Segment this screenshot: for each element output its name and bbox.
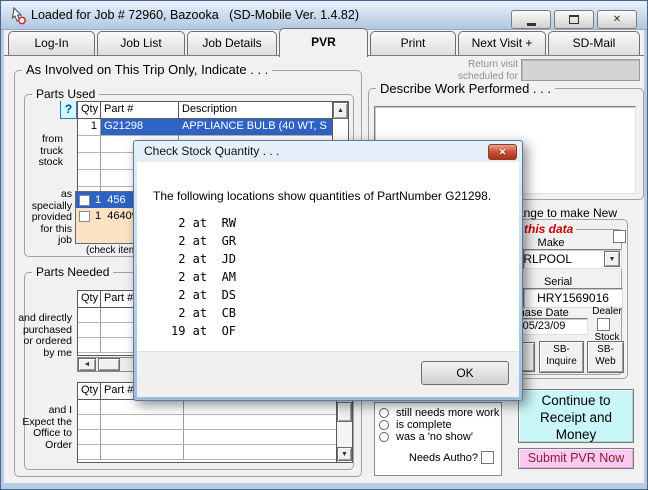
provided-label: as specially provided for this job: [14, 189, 72, 247]
tab-pvr[interactable]: PVR: [279, 28, 368, 57]
col-part: Part #: [101, 102, 179, 119]
serial-input[interactable]: HRY1569016: [523, 288, 623, 308]
parts-used-title: Parts Used: [32, 87, 99, 101]
from-truck-stock-label: from truck stock: [18, 134, 63, 169]
dialog-title: Check Stock Quantity . . .: [144, 144, 279, 158]
cell-qty: 1: [78, 119, 101, 136]
radio-is-complete-label: is complete: [396, 419, 452, 431]
tab-job-list[interactable]: Job List: [97, 31, 185, 56]
return-visit-label: Return visit scheduled for: [430, 59, 518, 82]
dropdown-arrow-icon[interactable]: ▼: [604, 251, 620, 267]
continue-button[interactable]: Continue to Receipt and Money: [518, 389, 634, 443]
vscroll-thumb[interactable]: [337, 402, 352, 422]
stock-line: 2 at RW: [171, 214, 236, 232]
app-icon: [10, 7, 27, 25]
scroll-down-button[interactable]: ▼: [337, 447, 352, 461]
dealer-stock-checkbox[interactable]: [597, 318, 610, 331]
sb-web-button[interactable]: SB- Web: [587, 341, 624, 373]
scroll-up-button[interactable]: ▲: [333, 102, 348, 119]
radio-needs-more-work-label: still needs more work: [396, 407, 499, 419]
dialog-close-button[interactable]: ✕: [488, 144, 517, 160]
stock-line: 2 at GR: [171, 232, 236, 250]
table-row[interactable]: [78, 445, 352, 460]
scroll-down-icon: ▼: [341, 451, 348, 458]
this-data-title: this data: [521, 222, 576, 236]
minimize-icon: [527, 23, 536, 26]
sb-inquire-button[interactable]: SB- Inquire: [539, 341, 584, 373]
col-qty: Qty: [78, 291, 101, 308]
purchased-label: and directly purchased or ordered by me: [14, 313, 72, 359]
make-dropdown[interactable]: WHIRLPOOL ▼: [523, 249, 622, 269]
tab-next-visit[interactable]: Next Visit +: [458, 31, 546, 56]
office-order-scrollbar[interactable]: ▼: [336, 400, 352, 462]
needs-autho-checkbox[interactable]: [481, 451, 494, 464]
cell-part: G21298: [101, 119, 179, 136]
close-icon: ✕: [499, 147, 507, 157]
describe-title: Describe Work Performed . . .: [376, 81, 555, 96]
window-title: Loaded for Job # 72960, Bazooka (SD-Mobi…: [31, 8, 359, 22]
stock-line: 2 at CB: [171, 304, 236, 322]
stock-line: 19 at OF: [171, 322, 236, 340]
dialog-footer: OK: [137, 351, 519, 397]
table-row[interactable]: [78, 400, 352, 415]
stock-line: 2 at JD: [171, 250, 236, 268]
radio-needs-more-work[interactable]: [379, 408, 389, 418]
minimize-button[interactable]: [511, 10, 551, 29]
tab-log-in[interactable]: Log-In: [8, 31, 95, 56]
part-checkbox[interactable]: [79, 211, 90, 222]
table-row[interactable]: 1 G21298 APPLIANCE BULB (40 WT, S: [78, 119, 348, 136]
radio-no-show-label: was a 'no show': [396, 431, 473, 443]
scroll-up-icon: ▲: [337, 107, 344, 114]
radio-no-show[interactable]: [379, 432, 389, 442]
parts-used-header-row: Qty Part # Description: [78, 102, 348, 119]
radio-is-complete[interactable]: [379, 420, 389, 430]
return-visit-input: [521, 59, 640, 81]
cell-description: APPLIANCE BULB (40 WT, S: [179, 119, 334, 136]
tab-sd-mail[interactable]: SD-Mail: [548, 31, 640, 56]
hscroll-thumb[interactable]: [98, 358, 120, 371]
needs-autho-label: Needs Autho?: [390, 452, 478, 464]
tab-print[interactable]: Print: [370, 31, 456, 56]
tab-job-details[interactable]: Job Details: [187, 31, 277, 56]
close-button[interactable]: ✕: [597, 10, 637, 29]
ok-button[interactable]: OK: [421, 361, 509, 385]
dialog-body: The following locations show quantities …: [137, 162, 519, 397]
parts-needed-title: Parts Needed: [32, 265, 113, 279]
stock-line: 2 at DS: [171, 286, 236, 304]
scroll-left-icon: ◄: [84, 361, 91, 368]
serial-label: Serial: [530, 276, 586, 288]
maximize-icon: [569, 15, 579, 24]
table-row[interactable]: [78, 430, 352, 445]
stock-line: 2 at AM: [171, 268, 236, 286]
close-icon: ✕: [613, 14, 621, 25]
dialog-message: The following locations show quantities …: [153, 189, 491, 203]
col-qty: Qty: [78, 383, 101, 400]
maximize-button[interactable]: [554, 10, 594, 29]
col-description: Description: [179, 102, 334, 119]
dealer-label: Dealer: [591, 306, 623, 317]
col-qty: Qty: [78, 102, 101, 119]
part-label: 1 456: [90, 194, 126, 206]
scroll-left-button[interactable]: ◄: [78, 358, 96, 371]
part-checkbox[interactable]: [79, 195, 90, 206]
make-label: Make: [523, 237, 579, 249]
window-titlebar: Loaded for Job # 72960, Bazooka (SD-Mobi…: [1, 1, 647, 30]
check-stock-dialog: Check Stock Quantity . . . ✕ The followi…: [133, 140, 523, 401]
stock-list: 2 at RW 2 at GR 2 at JD 2 at AM 2 at DS …: [171, 214, 236, 340]
help-button[interactable]: ?: [60, 100, 77, 119]
this-data-checkbox[interactable]: [613, 230, 626, 243]
table-row[interactable]: [78, 415, 352, 430]
trip-group-title: As Involved on This Trip Only, Indicate …: [22, 62, 272, 77]
submit-pvr-button[interactable]: Submit PVR Now: [518, 448, 634, 469]
expect-label: and I Expect the Office to Order: [14, 405, 72, 451]
